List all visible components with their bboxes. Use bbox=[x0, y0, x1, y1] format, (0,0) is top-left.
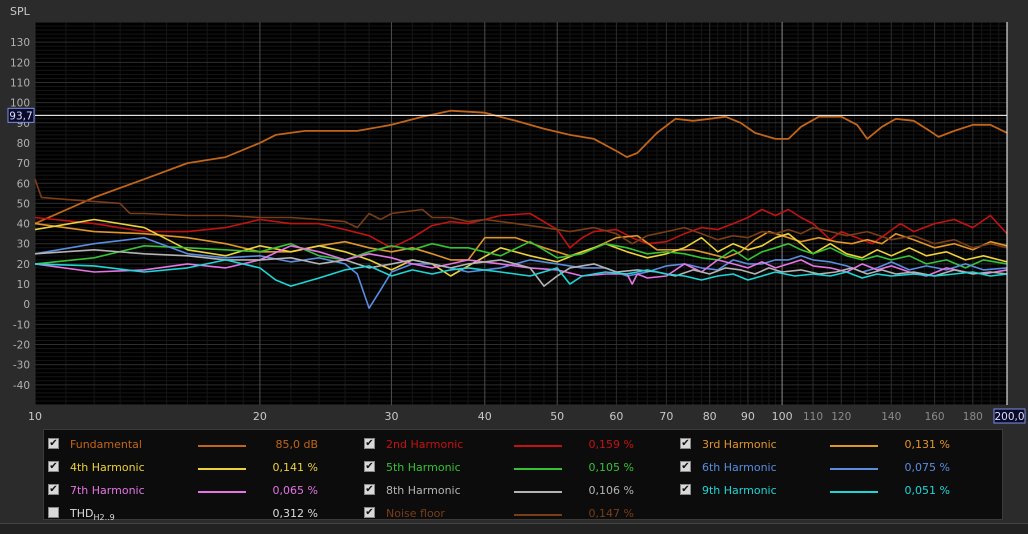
legend-item-thd: THDH2..9 0,312 % bbox=[48, 504, 318, 524]
legend-reading-noise-floor: 0,147 % bbox=[588, 507, 634, 520]
legend-label-noise-floor: Noise floor bbox=[386, 507, 445, 520]
y-tick-label: 70 bbox=[17, 158, 30, 170]
y-tick-label: 30 bbox=[17, 239, 30, 251]
x-tick-label: 180 bbox=[963, 411, 983, 423]
legend-reading-9th-harmonic: 0,051 % bbox=[904, 484, 950, 497]
legend-swatch-fundamental bbox=[198, 445, 246, 447]
spl-chart[interactable]: -40 -30 -20 -10 0 10 20 30 40 50 60 70 80 90 100 110 120… bbox=[0, 0, 1028, 430]
legend-label-4th-harmonic: 4th Harmonic bbox=[70, 461, 145, 474]
legend-reading-5th-harmonic: 0,105 % bbox=[588, 461, 634, 474]
y-tick-label: 40 bbox=[17, 219, 30, 231]
x-tick-label: 90 bbox=[741, 410, 755, 423]
legend-reading-2nd-harmonic: 0,159 % bbox=[588, 438, 634, 451]
y-tick-label: -30 bbox=[13, 360, 30, 372]
legend-item-8th-harmonic: ✔ 8th Harmonic 0,106 % bbox=[364, 481, 634, 501]
legend-label-fundamental: Fundamental bbox=[70, 438, 142, 451]
legend-swatch-7th-harmonic bbox=[198, 491, 246, 493]
y-tick-label: 0 bbox=[23, 299, 30, 311]
y-tick-label: -20 bbox=[13, 340, 30, 352]
legend-checkbox-6th-harmonic[interactable]: ✔ bbox=[680, 461, 691, 472]
legend-reading-4th-harmonic: 0,141 % bbox=[272, 461, 318, 474]
y-tick-label: -40 bbox=[13, 380, 30, 392]
legend-item-2nd-harmonic: ✔ 2nd Harmonic 0,159 % bbox=[364, 435, 634, 455]
x-tick-label: 110 bbox=[803, 411, 823, 423]
legend-label-2nd-harmonic: 2nd Harmonic bbox=[386, 438, 464, 451]
legend-reading-7th-harmonic: 0,065 % bbox=[272, 484, 318, 497]
legend-checkbox-noise-floor[interactable]: ✔ bbox=[364, 507, 375, 518]
frequency-cursor-label: 200,0 bbox=[994, 411, 1024, 423]
legend-label-9th-harmonic: 9th Harmonic bbox=[702, 484, 777, 497]
legend-swatch-3rd-harmonic bbox=[830, 445, 878, 447]
legend-label-8th-harmonic: 8th Harmonic bbox=[386, 484, 461, 497]
legend-reading-thd: 0,312 % bbox=[272, 507, 318, 520]
x-tick-label: 160 bbox=[925, 411, 945, 423]
x-tick-label: 60 bbox=[609, 410, 623, 423]
legend-item-noise-floor: ✔ Noise floor 0,147 % bbox=[364, 504, 634, 524]
legend-item-fundamental: ✔ Fundamental 85,0 dB bbox=[48, 435, 318, 455]
legend-swatch-9th-harmonic bbox=[830, 491, 878, 493]
y-tick-label: 20 bbox=[17, 259, 30, 271]
x-tick-label: 140 bbox=[881, 411, 901, 423]
legend-label-6th-harmonic: 6th Harmonic bbox=[702, 461, 777, 474]
legend-swatch-5th-harmonic bbox=[514, 468, 562, 470]
legend-reading-6th-harmonic: 0,075 % bbox=[904, 461, 950, 474]
legend-label-thd: THDH2..9 bbox=[70, 507, 115, 523]
x-tick-label: 30 bbox=[384, 410, 398, 423]
level-marker-label: 93,7 bbox=[9, 110, 32, 122]
y-tick-label: 130 bbox=[10, 37, 30, 49]
legend-item-7th-harmonic: ✔ 7th Harmonic 0,065 % bbox=[48, 481, 318, 501]
x-tick-label: 20 bbox=[253, 410, 267, 423]
legend-item-3rd-harmonic: ✔ 3rd Harmonic 0,131 % bbox=[680, 435, 950, 455]
legend-swatch-noise-floor bbox=[514, 514, 562, 516]
legend-reading-fundamental: 85,0 dB bbox=[275, 438, 318, 451]
x-tick-label: 50 bbox=[550, 410, 564, 423]
legend-item-5th-harmonic: ✔ 5th Harmonic 0,105 % bbox=[364, 458, 634, 478]
legend-checkbox-8th-harmonic[interactable]: ✔ bbox=[364, 484, 375, 495]
legend-reading-3rd-harmonic: 0,131 % bbox=[904, 438, 950, 451]
x-tick-label: 120 bbox=[831, 411, 851, 423]
y-tick-label: 110 bbox=[10, 77, 30, 89]
legend-checkbox-7th-harmonic[interactable]: ✔ bbox=[48, 484, 59, 495]
legend-checkbox-5th-harmonic[interactable]: ✔ bbox=[364, 461, 375, 472]
y-tick-label: 120 bbox=[10, 57, 30, 69]
x-tick-label: 70 bbox=[659, 410, 673, 423]
y-tick-label: 50 bbox=[17, 198, 30, 210]
legend-item-9th-harmonic: ✔ 9th Harmonic 0,051 % bbox=[680, 481, 950, 501]
legend-checkbox-fundamental[interactable]: ✔ bbox=[48, 438, 59, 449]
y-tick-label: 80 bbox=[17, 138, 30, 150]
x-tick-label: 80 bbox=[703, 410, 717, 423]
legend-label-3rd-harmonic: 3rd Harmonic bbox=[702, 438, 777, 451]
legend-swatch-2nd-harmonic bbox=[514, 445, 562, 447]
legend-checkbox-2nd-harmonic[interactable]: ✔ bbox=[364, 438, 375, 449]
x-tick-label: 10 bbox=[28, 410, 42, 423]
legend-item-4th-harmonic: ✔ 4th Harmonic 0,141 % bbox=[48, 458, 318, 478]
legend-checkbox-thd[interactable] bbox=[48, 507, 59, 518]
legend-swatch-8th-harmonic bbox=[514, 491, 562, 493]
legend-label-5th-harmonic: 5th Harmonic bbox=[386, 461, 461, 474]
legend-item-6th-harmonic: ✔ 6th Harmonic 0,075 % bbox=[680, 458, 950, 478]
y-tick-label: 10 bbox=[17, 279, 30, 291]
legend-checkbox-3rd-harmonic[interactable]: ✔ bbox=[680, 438, 691, 449]
legend-swatch-6th-harmonic bbox=[830, 468, 878, 470]
legend-swatch-4th-harmonic bbox=[198, 468, 246, 470]
legend-reading-8th-harmonic: 0,106 % bbox=[588, 484, 634, 497]
legend-label-subscript: H2..9 bbox=[93, 513, 115, 523]
legend-panel: ✔ Fundamental 85,0 dB ✔ 2nd Harmonic 0,159 % ✔… bbox=[43, 429, 1003, 522]
legend-label-7th-harmonic: 7th Harmonic bbox=[70, 484, 145, 497]
status-bar bbox=[0, 523, 1028, 534]
x-tick-label: 40 bbox=[478, 410, 492, 423]
x-tick-label: 100 bbox=[772, 410, 793, 423]
legend-checkbox-4th-harmonic[interactable]: ✔ bbox=[48, 461, 59, 472]
legend-checkbox-9th-harmonic[interactable]: ✔ bbox=[680, 484, 691, 495]
y-tick-label: 60 bbox=[17, 178, 30, 190]
y-tick-label: -10 bbox=[13, 319, 30, 331]
